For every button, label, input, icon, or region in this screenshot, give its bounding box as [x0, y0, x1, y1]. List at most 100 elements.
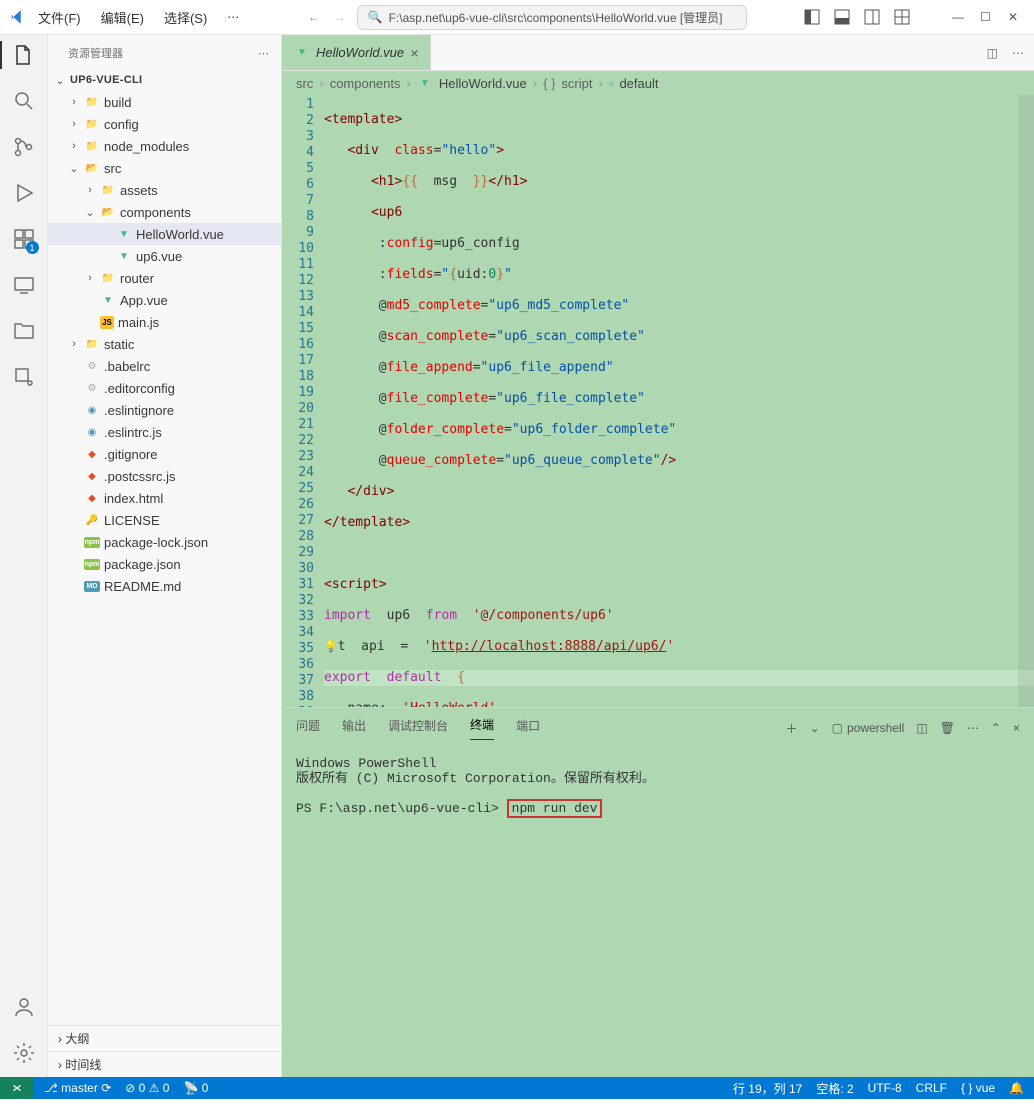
activity-bar: 1	[0, 35, 48, 1077]
bc-default[interactable]: default	[619, 76, 658, 91]
split-terminal-icon[interactable]: ◫	[916, 721, 927, 735]
project-root[interactable]: ⌄UP6-VUE-CLI	[48, 69, 281, 91]
tab-debug-console[interactable]: 调试控制台	[388, 717, 448, 740]
file-postcssrc[interactable]: ◆.postcssrc.js	[48, 465, 281, 487]
vue-icon: ▼	[417, 75, 433, 91]
nav-back-icon[interactable]: ←	[305, 8, 323, 26]
explorer-icon[interactable]	[12, 43, 36, 67]
folder-components[interactable]: ⌄📂components	[48, 201, 281, 223]
breadcrumb[interactable]: src› components› ▼HelloWorld.vue› { }scr…	[282, 71, 1034, 95]
search-icon[interactable]	[12, 89, 36, 113]
tab-ports[interactable]: 端口	[516, 717, 540, 740]
folder-lib-icon[interactable]	[12, 319, 36, 343]
file-up6[interactable]: ▼up6.vue	[48, 245, 281, 267]
code-editor[interactable]: 1234567891011121314151617181920212223242…	[282, 95, 1034, 707]
layout-bottom-icon[interactable]	[834, 9, 850, 25]
git-branch[interactable]: ⎇ master ⟳	[44, 1081, 111, 1095]
menu-select[interactable]: 选择(S)	[156, 4, 215, 31]
menu-edit[interactable]: 编辑(E)	[93, 4, 152, 31]
tab-problems[interactable]: 问题	[296, 717, 320, 740]
problems-status[interactable]: ⊘ 0 ⚠ 0	[125, 1081, 169, 1095]
settings-icon[interactable]	[12, 1041, 36, 1065]
address-text: F:\asp.net\up6-vue-cli\src\components\He…	[389, 9, 723, 26]
term-line: Windows PowerShell	[296, 756, 1020, 771]
file-eslintrc[interactable]: ◉.eslintrc.js	[48, 421, 281, 443]
nav-forward-icon[interactable]: →	[331, 8, 349, 26]
file-pkglock[interactable]: npmpackage-lock.json	[48, 531, 281, 553]
vscode-logo-icon	[8, 8, 26, 26]
code-content[interactable]: <template> <div class="hello"> <h1>{{ ms…	[324, 95, 1034, 707]
folder-assets[interactable]: ›📁assets	[48, 179, 281, 201]
menu-more[interactable]: ⋯	[219, 6, 247, 28]
language-mode[interactable]: { } vue	[961, 1081, 995, 1095]
file-mainjs[interactable]: JSmain.js	[48, 311, 281, 333]
run-debug-icon[interactable]	[12, 181, 36, 205]
layout-secondary-icon[interactable]	[864, 9, 880, 25]
extensions-icon[interactable]: 1	[12, 227, 36, 251]
maximize-panel-icon[interactable]: ⌃	[991, 721, 1001, 735]
layout-primary-icon[interactable]	[804, 9, 820, 25]
scm-icon[interactable]	[12, 135, 36, 159]
timeline-section[interactable]: › 时间线	[48, 1051, 281, 1077]
remote-explorer-icon[interactable]	[12, 273, 36, 297]
folder-static[interactable]: ›📁static	[48, 333, 281, 355]
layout-custom-icon[interactable]	[894, 9, 910, 25]
outline-section[interactable]: › 大纲	[48, 1025, 281, 1051]
panel-more-icon[interactable]: ⋯	[967, 721, 979, 735]
file-appvue[interactable]: ▼App.vue	[48, 289, 281, 311]
braces-icon: { }	[543, 76, 555, 91]
tab-more-icon[interactable]: ⋯	[1012, 46, 1024, 60]
line-gutter: 1234567891011121314151617181920212223242…	[282, 95, 324, 707]
tab-bar: ▼ HelloWorld.vue × ◫ ⋯	[282, 35, 1034, 71]
ports-status[interactable]: 📡 0	[183, 1081, 208, 1095]
file-pkg[interactable]: npmpackage.json	[48, 553, 281, 575]
indentation[interactable]: 空格: 2	[816, 1080, 853, 1097]
symbol-icon: ▫	[609, 76, 614, 91]
file-helloworld[interactable]: ▼HelloWorld.vue	[48, 223, 281, 245]
minimap[interactable]	[1018, 95, 1034, 707]
share-icon[interactable]	[12, 365, 36, 389]
account-icon[interactable]	[12, 995, 36, 1019]
bc-script[interactable]: script	[561, 76, 592, 91]
bc-components[interactable]: components	[330, 76, 401, 91]
tab-close-icon[interactable]: ×	[410, 45, 418, 61]
term-prompt-line: PS F:\asp.net\up6-vue-cli> npm run dev	[296, 801, 1020, 816]
command-center[interactable]: 🔍 F:\asp.net\up6-vue-cli\src\components\…	[357, 5, 747, 30]
folder-config[interactable]: ›📁config	[48, 113, 281, 135]
folder-router[interactable]: ›📁router	[48, 267, 281, 289]
tab-helloworld[interactable]: ▼ HelloWorld.vue ×	[282, 35, 431, 70]
minimize-icon[interactable]: —	[952, 10, 966, 24]
terminal-dd-icon[interactable]: ⌄	[810, 721, 820, 735]
bc-src[interactable]: src	[296, 76, 313, 91]
encoding[interactable]: UTF-8	[868, 1081, 902, 1095]
terminal-shell[interactable]: ▢powershell	[832, 721, 905, 735]
cursor-position[interactable]: 行 19，列 17	[733, 1080, 802, 1097]
file-eslintignore[interactable]: ◉.eslintignore	[48, 399, 281, 421]
file-babelrc[interactable]: ⚙.babelrc	[48, 355, 281, 377]
kill-terminal-icon[interactable]: 🗑	[940, 721, 955, 735]
sidebar-more-icon[interactable]: ⋯	[258, 47, 269, 60]
folder-build[interactable]: ›📁build	[48, 91, 281, 113]
file-gitignore[interactable]: ◆.gitignore	[48, 443, 281, 465]
close-panel-icon[interactable]: ×	[1013, 721, 1020, 735]
terminal-content[interactable]: Windows PowerShell 版权所有 (C) Microsoft Co…	[282, 740, 1034, 1077]
close-icon[interactable]: ✕	[1008, 10, 1022, 24]
tab-terminal[interactable]: 终端	[470, 716, 494, 740]
bc-file[interactable]: HelloWorld.vue	[439, 76, 527, 91]
file-readme[interactable]: MDREADME.md	[48, 575, 281, 597]
split-editor-icon[interactable]: ◫	[987, 46, 998, 60]
tab-output[interactable]: 输出	[342, 717, 366, 740]
file-indexhtml[interactable]: ◆index.html	[48, 487, 281, 509]
maximize-icon[interactable]: ☐	[980, 10, 994, 24]
folder-src[interactable]: ⌄📂src	[48, 157, 281, 179]
titlebar: 文件(F) 编辑(E) 选择(S) ⋯ ← → 🔍 F:\asp.net\up6…	[0, 0, 1034, 35]
menu-file[interactable]: 文件(F)	[30, 4, 89, 31]
remote-indicator[interactable]	[0, 1077, 34, 1099]
eol[interactable]: CRLF	[916, 1081, 947, 1095]
file-license[interactable]: 🔑LICENSE	[48, 509, 281, 531]
file-editorconfig[interactable]: ⚙.editorconfig	[48, 377, 281, 399]
notifications-icon[interactable]: 🔔	[1009, 1081, 1024, 1095]
tab-label: HelloWorld.vue	[316, 45, 404, 60]
folder-node-modules[interactable]: ›📁node_modules	[48, 135, 281, 157]
new-terminal-icon[interactable]: ＋	[786, 720, 798, 737]
